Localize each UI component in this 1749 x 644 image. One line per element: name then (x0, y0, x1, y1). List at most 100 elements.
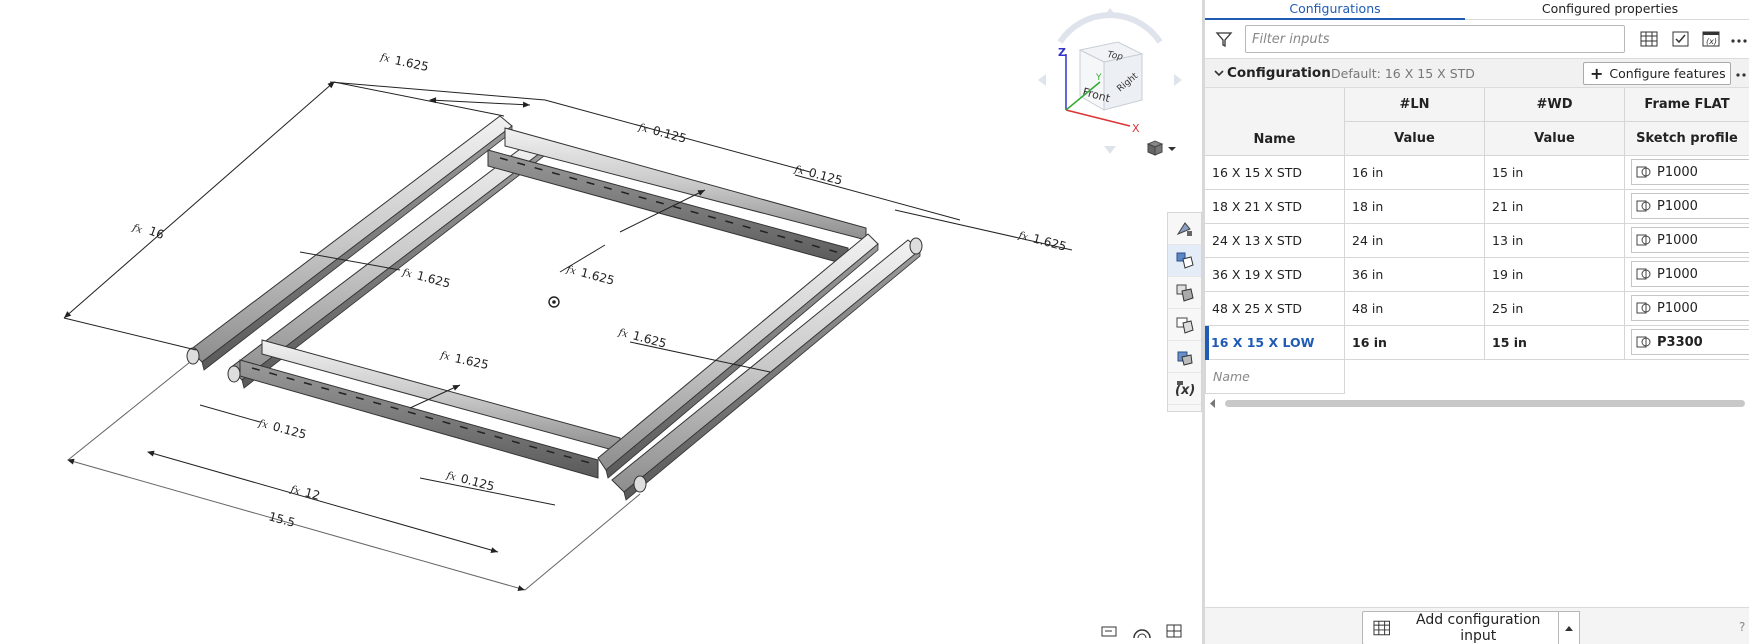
table-cell-name[interactable]: 24 X 13 X STD (1205, 224, 1345, 258)
filter-inputs-field[interactable] (1245, 25, 1625, 53)
table-cell-profile[interactable]: P1000 (1625, 258, 1749, 292)
configure-features-button[interactable]: + Configure features (1583, 62, 1731, 85)
dim-label[interactable]: 0.125 (459, 471, 496, 493)
dim-label[interactable]: 1.625 (631, 328, 668, 350)
add-configuration-dropdown[interactable] (1558, 611, 1580, 644)
help-icon[interactable]: ? (1739, 620, 1749, 634)
orbit-ring-icon[interactable] (1057, 12, 1163, 44)
rotate-down-icon[interactable] (1104, 146, 1116, 154)
right-rail-outer[interactable] (611, 237, 923, 501)
new-configuration-name-input[interactable]: Name (1205, 360, 1345, 394)
dim-label[interactable]: 0.125 (651, 123, 688, 145)
display-mode-icon[interactable] (1132, 622, 1152, 640)
top-cross-rail[interactable] (487, 127, 867, 266)
table-cell-wd[interactable]: 21 in (1485, 190, 1625, 224)
checkbox-icon (1672, 31, 1689, 47)
dim-label[interactable]: 12 (303, 485, 321, 502)
table-cell-ln[interactable]: 24 in (1345, 224, 1485, 258)
origin-marker[interactable] (548, 296, 560, 308)
sketch-icon (1636, 336, 1651, 348)
table-cell-profile[interactable]: P1000 (1625, 156, 1749, 190)
table-cell-ln[interactable]: 18 in (1345, 190, 1485, 224)
header-ln[interactable]: #LN (1345, 88, 1485, 122)
graphics-viewport[interactable]: fx 1.625 fx 0.125 fx 0.125 fx 1.625 fx 1… (0, 0, 1202, 644)
dim-label[interactable]: 1.625 (453, 351, 490, 372)
checklist-button[interactable] (1669, 28, 1693, 50)
dim-label[interactable]: 1.625 (1031, 231, 1068, 253)
tab-configurations[interactable]: Configurations (1205, 0, 1465, 20)
plus-icon: + (1590, 63, 1604, 83)
filter-more-button[interactable] (1727, 28, 1749, 50)
table-cell-wd[interactable]: 13 in (1485, 224, 1625, 258)
parts-list-button[interactable] (1168, 309, 1201, 341)
table-cell-wd[interactable]: 19 in (1485, 258, 1625, 292)
table-cell-name[interactable]: 16 X 15 X LOW (1205, 326, 1345, 360)
table-cell-ln[interactable]: 48 in (1345, 292, 1485, 326)
header-name[interactable]: Name (1205, 88, 1345, 156)
rotate-right-icon[interactable] (1174, 74, 1182, 86)
table-icon (1373, 620, 1390, 636)
sketch-profile-select[interactable]: P1000 (1631, 295, 1749, 321)
filter-icon[interactable] (1215, 30, 1233, 48)
table-cell-name[interactable]: 36 X 19 X STD (1205, 258, 1345, 292)
dim-label[interactable]: 0.125 (271, 419, 308, 441)
table-view-button[interactable] (1637, 28, 1661, 50)
header-frame-flat[interactable]: Frame FLAT (1625, 88, 1749, 122)
right-rail-inner[interactable] (597, 233, 879, 479)
section-view-icon[interactable] (1100, 622, 1120, 640)
sketch-profile-select[interactable]: P1000 (1631, 227, 1749, 253)
sketch-profile-select[interactable]: P1000 (1631, 261, 1749, 287)
filter-row: (x) (1205, 24, 1749, 54)
table-cell-profile[interactable]: P1000 (1625, 292, 1749, 326)
sketch-icon (1636, 302, 1651, 314)
measure-icon[interactable] (1164, 622, 1184, 640)
rotate-up-icon[interactable] (1104, 8, 1116, 16)
table-cell-ln[interactable]: 36 in (1345, 258, 1485, 292)
rotate-left-icon[interactable] (1038, 74, 1046, 86)
sketch-profile-select[interactable]: P1000 (1631, 159, 1749, 185)
scrollbar-thumb[interactable] (1225, 400, 1745, 407)
model-drawing[interactable]: fx 1.625 fx 0.125 fx 0.125 fx 1.625 fx 1… (0, 0, 1202, 644)
dim-label[interactable]: 1.625 (415, 268, 452, 290)
chevron-down-icon[interactable] (1213, 67, 1225, 79)
table-cell-profile[interactable]: P1000 (1625, 224, 1749, 258)
config-more-icon[interactable] (1735, 65, 1749, 83)
dim-label[interactable]: 16 (147, 224, 166, 242)
table-cell-name[interactable]: 48 X 25 X STD (1205, 292, 1345, 326)
tab-configured-properties[interactable]: Configured properties (1465, 0, 1749, 20)
configuration-tool-button[interactable] (1168, 245, 1201, 277)
table-cell-ln[interactable]: 16 in (1345, 156, 1485, 190)
table-cell-ln[interactable]: 16 in (1345, 326, 1485, 360)
add-configuration-input-button[interactable]: Add configuration input (1362, 611, 1558, 644)
dim-label[interactable]: 15.5 (267, 509, 296, 529)
table-cell-profile[interactable]: P3300 (1625, 326, 1749, 360)
subheader-sketch-profile: Sketch profile (1625, 122, 1749, 156)
parts-icon (1176, 317, 1194, 334)
dim-label[interactable]: 0.125 (807, 165, 844, 187)
variable-studio-button[interactable] (1168, 277, 1201, 309)
table-cell-name[interactable]: 18 X 21 X STD (1205, 190, 1345, 224)
svg-text:fx: fx (256, 418, 269, 431)
configuration-header: Configuration Default: 16 X 15 X STD + C… (1205, 58, 1749, 88)
sketch-profile-select[interactable]: P1000 (1631, 193, 1749, 219)
table-icon (1640, 31, 1658, 47)
scroll-left-icon[interactable] (1209, 399, 1217, 408)
left-rail-outer[interactable] (186, 115, 513, 371)
function-icon: (x) (1175, 380, 1195, 398)
horizontal-scrollbar[interactable] (1205, 396, 1749, 410)
appearance-tool-button[interactable] (1168, 213, 1201, 245)
function-tool-button[interactable]: (x) (1168, 373, 1201, 405)
header-wd[interactable]: #WD (1485, 88, 1625, 122)
table-cell-name[interactable]: 16 X 15 X STD (1205, 156, 1345, 190)
view-cube-menu-button[interactable] (1144, 136, 1180, 158)
dim-label[interactable]: 1.625 (579, 265, 616, 287)
table-cell-profile[interactable]: P1000 (1625, 190, 1749, 224)
dim-label[interactable]: 1.625 (393, 53, 430, 74)
bottom-cross-rail[interactable] (239, 339, 621, 479)
render-studio-button[interactable] (1168, 341, 1201, 373)
table-cell-wd[interactable]: 25 in (1485, 292, 1625, 326)
table-cell-wd[interactable]: 15 in (1485, 156, 1625, 190)
table-cell-wd[interactable]: 15 in (1485, 326, 1625, 360)
variables-button[interactable]: (x) (1699, 28, 1723, 50)
sketch-profile-select[interactable]: P3300 (1631, 329, 1749, 355)
